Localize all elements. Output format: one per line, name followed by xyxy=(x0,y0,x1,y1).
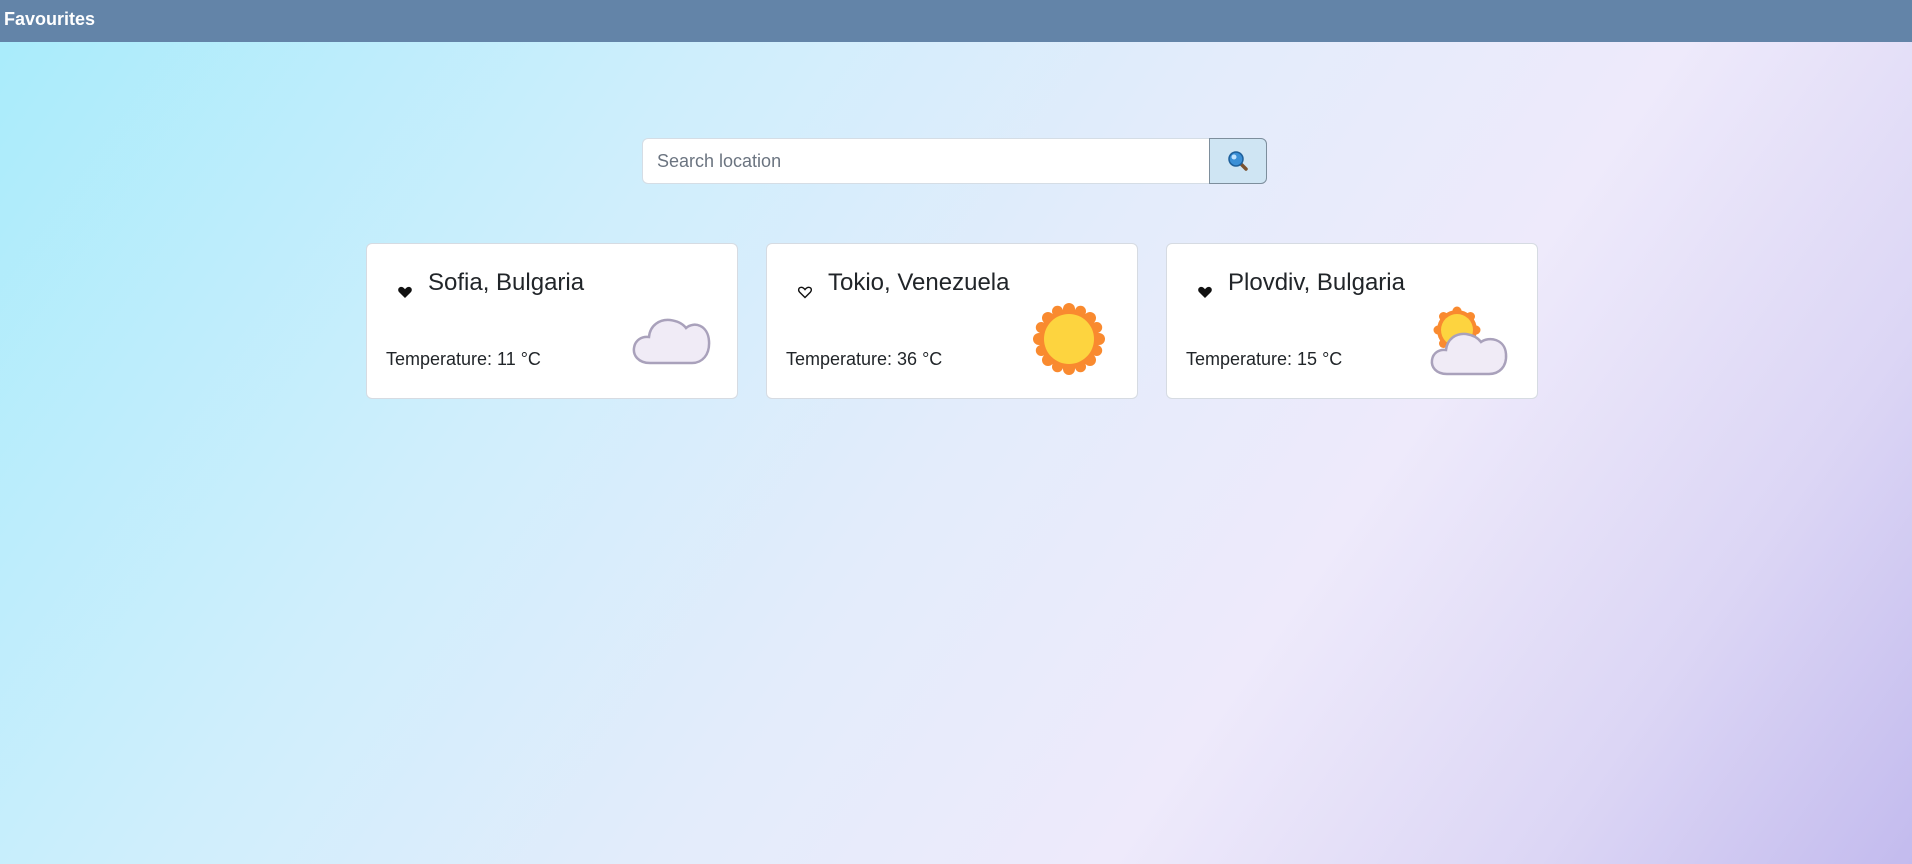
top-navbar: Favourites xyxy=(0,0,1912,42)
cloud-icon xyxy=(632,318,711,365)
search-icon xyxy=(1228,151,1248,171)
location-card[interactable]: Tokio, Venezuela Temperature: 36 °C xyxy=(766,243,1138,399)
location-card[interactable]: Plovdiv, Bulgaria Temperature: 15 °C xyxy=(1166,243,1538,399)
location-name: Sofia, Bulgaria xyxy=(428,269,585,296)
partly-cloudy-icon xyxy=(1430,306,1508,376)
heart-filled-icon[interactable] xyxy=(397,284,413,300)
heart-outline-icon[interactable] xyxy=(797,284,813,300)
heart-filled-icon[interactable] xyxy=(1197,284,1213,300)
favourites-link[interactable]: Favourites xyxy=(4,9,95,30)
location-name: Tokio, Venezuela xyxy=(828,269,1010,296)
search-input[interactable] xyxy=(642,138,1210,184)
location-card[interactable]: Sofia, Bulgaria Temperature: 11 °C xyxy=(366,243,738,399)
location-name: Plovdiv, Bulgaria xyxy=(1228,269,1405,296)
temperature-label: Temperature: 36 °C xyxy=(786,349,943,369)
temperature-label: Temperature: 15 °C xyxy=(1186,349,1343,369)
search-button[interactable] xyxy=(1209,138,1267,184)
temperature-label: Temperature: 11 °C xyxy=(386,349,541,369)
search-bar xyxy=(642,138,1267,184)
sun-icon xyxy=(1033,303,1105,375)
